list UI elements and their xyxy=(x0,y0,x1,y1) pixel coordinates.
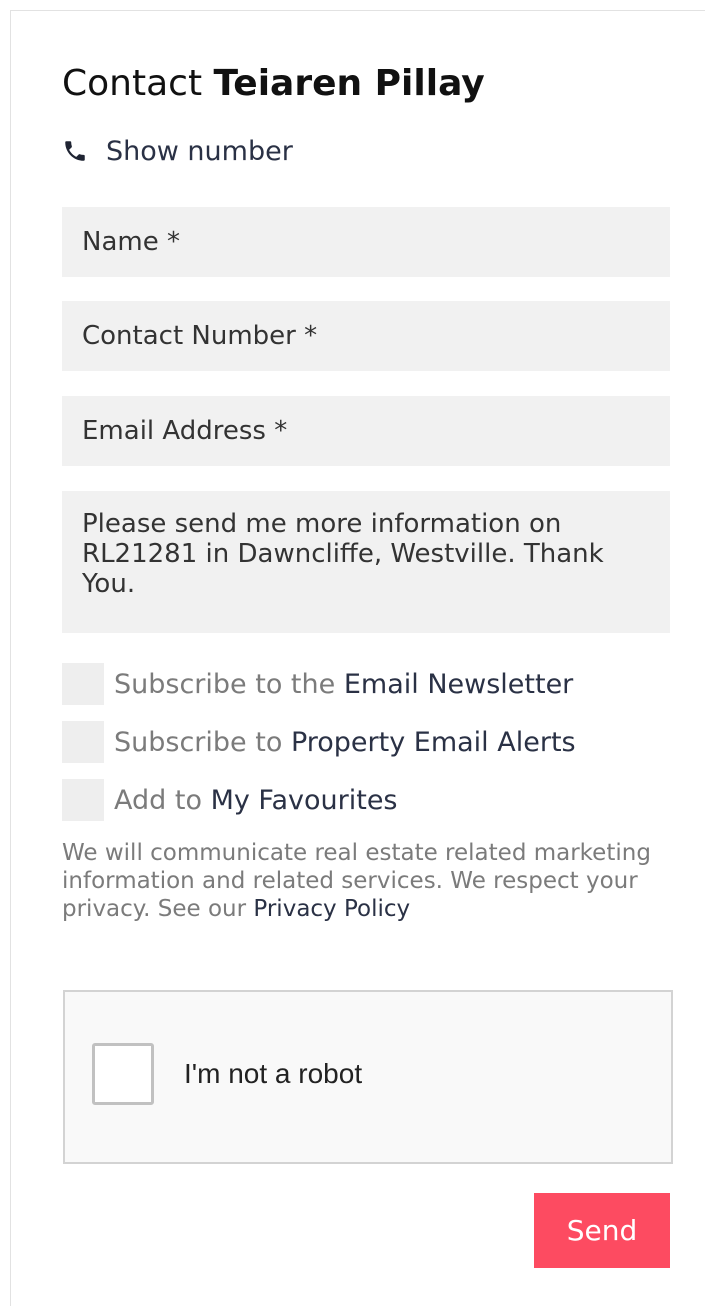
newsletter-prefix: Subscribe to the xyxy=(114,668,336,700)
my-favourites-link[interactable]: My Favourites xyxy=(211,785,398,816)
privacy-policy-link[interactable]: Privacy Policy xyxy=(253,896,410,922)
contact-number-input[interactable] xyxy=(62,301,670,371)
recaptcha-checkbox[interactable] xyxy=(92,1043,154,1105)
alerts-option: Subscribe to Property Email Alerts xyxy=(62,721,576,763)
email-input[interactable] xyxy=(62,396,670,466)
newsletter-text: Subscribe to the Email Newsletter xyxy=(114,669,573,700)
show-number-button[interactable]: Show number xyxy=(62,131,293,171)
send-button[interactable]: Send xyxy=(534,1193,670,1268)
newsletter-option: Subscribe to the Email Newsletter xyxy=(62,663,573,705)
alerts-checkbox[interactable] xyxy=(62,721,104,763)
contact-title: Contact Teiaren Pillay xyxy=(62,59,485,109)
message-textarea[interactable]: Please send me more information on RL212… xyxy=(62,491,670,633)
agent-name: Teiaren Pillay xyxy=(213,63,485,104)
phone-icon xyxy=(65,141,85,161)
alerts-text: Subscribe to Property Email Alerts xyxy=(114,727,576,758)
favourites-option: Add to My Favourites xyxy=(62,779,398,821)
favourites-checkbox[interactable] xyxy=(62,779,104,821)
contact-title-prefix: Contact xyxy=(62,63,203,104)
name-input[interactable] xyxy=(62,207,670,277)
recaptcha-widget: I'm not a robot xyxy=(63,990,673,1164)
recaptcha-label: I'm not a robot xyxy=(184,1058,363,1089)
contact-agent-card: Contact Teiaren Pillay Show number Pleas… xyxy=(10,10,705,1306)
alerts-prefix: Subscribe to xyxy=(114,726,283,758)
property-alerts-link[interactable]: Property Email Alerts xyxy=(291,727,576,758)
privacy-notice: We will communicate real estate related … xyxy=(62,839,662,923)
favourites-prefix: Add to xyxy=(114,784,202,816)
email-newsletter-link[interactable]: Email Newsletter xyxy=(344,669,573,700)
show-number-label: Show number xyxy=(106,135,293,167)
favourites-text: Add to My Favourites xyxy=(114,785,398,816)
newsletter-checkbox[interactable] xyxy=(62,663,104,705)
